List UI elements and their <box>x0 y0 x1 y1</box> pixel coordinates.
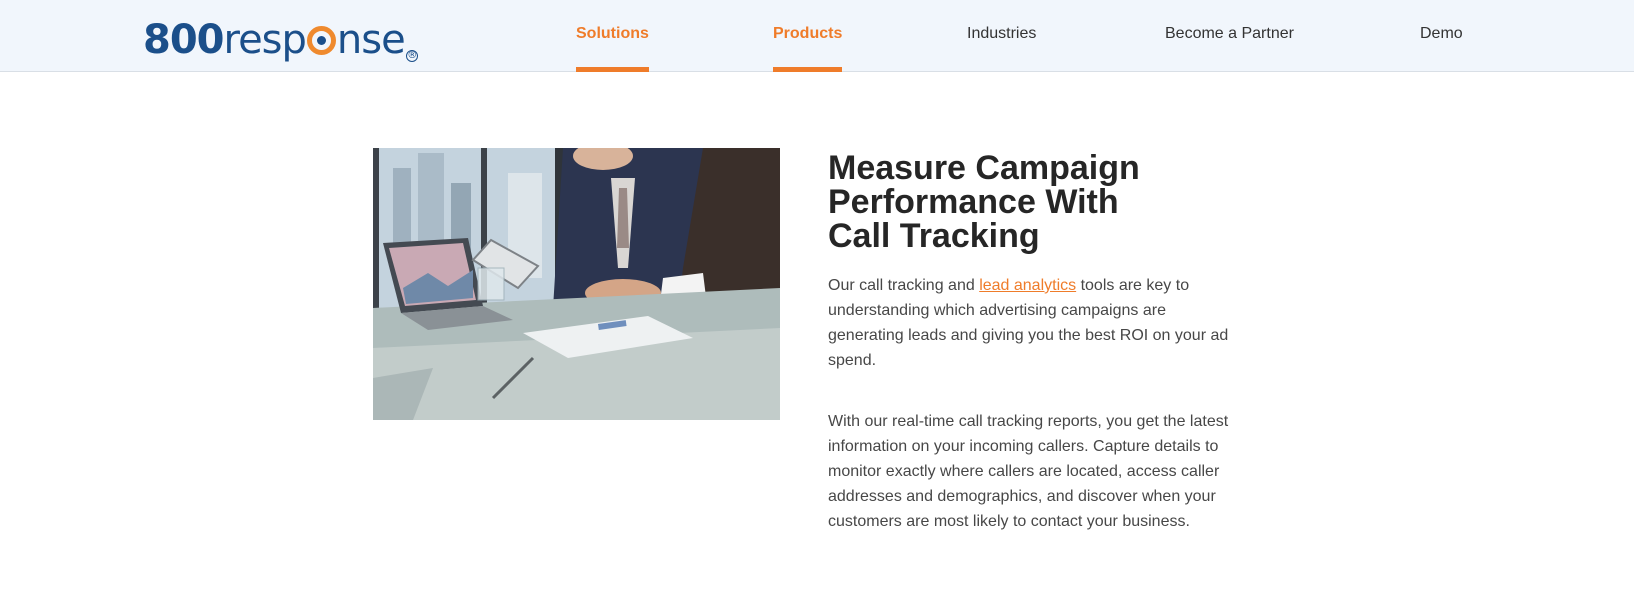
logo-800response[interactable]: 800 resp nse ® <box>143 10 418 63</box>
logo-wordmark: resp nse ® <box>223 17 418 63</box>
logo-target-icon <box>306 26 336 55</box>
campaign-section: Measure Campaign Performance With Call T… <box>828 151 1248 534</box>
logo-word-before: resp <box>223 17 307 63</box>
site-header: 800 resp nse ® Solutions Products Indust… <box>0 0 1634 72</box>
logo-number: 800 <box>143 17 224 63</box>
registered-mark: ® <box>405 50 418 62</box>
nav-become-a-partner[interactable]: Become a Partner <box>1165 0 1294 72</box>
nav-industries[interactable]: Industries <box>967 0 1036 72</box>
hero-photo <box>373 148 780 420</box>
lead-analytics-link[interactable]: lead analytics <box>979 277 1076 294</box>
logo-word-after: nse <box>336 17 406 63</box>
nav-products[interactable]: Products <box>773 0 843 72</box>
intro-paragraph: Our call tracking and lead analytics too… <box>828 273 1238 373</box>
nav-demo[interactable]: Demo <box>1420 0 1463 72</box>
section-headline: Measure Campaign Performance With Call T… <box>828 149 1140 255</box>
details-paragraph: With our real-time call tracking reports… <box>828 413 1229 530</box>
hero-photo-illustration <box>373 148 780 420</box>
intro-text-before: Our call tracking and <box>828 277 980 294</box>
nav-solutions[interactable]: Solutions <box>576 0 649 72</box>
